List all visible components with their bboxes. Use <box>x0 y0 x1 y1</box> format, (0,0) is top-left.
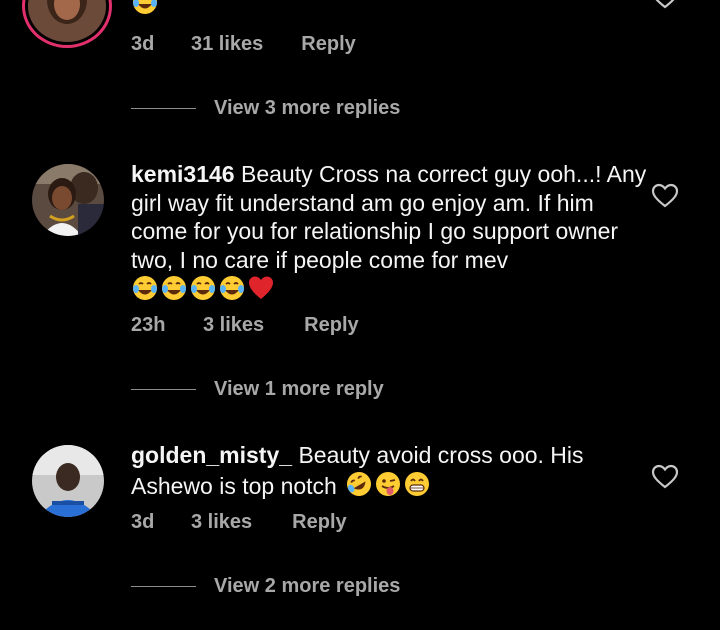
view-replies-link[interactable]: View 3 more replies <box>131 95 400 121</box>
comment-likes[interactable]: 31 likes <box>191 33 263 56</box>
rolling-on-floor-laughing-icon <box>345 470 373 498</box>
comment-time: 3d <box>131 510 155 533</box>
avatar[interactable] <box>28 0 106 42</box>
comment-username[interactable]: kemi3146 <box>131 161 235 187</box>
winking-face-with-tongue-icon <box>374 470 402 498</box>
comment-text: golden_misty_ Beauty avoid cross ooo. Hi… <box>131 441 651 500</box>
comment-meta: 3d 31 likes Reply <box>131 31 356 57</box>
face-with-tears-of-joy-icon <box>218 274 246 302</box>
face-with-tears-of-joy-icon <box>131 274 159 302</box>
comment-likes[interactable]: 3 likes <box>191 511 252 534</box>
like-heart-icon[interactable] <box>651 0 679 10</box>
thread-line <box>131 388 196 390</box>
comment-meta: 23h 3 likes Reply <box>131 312 359 338</box>
face-with-tears-of-joy-icon <box>189 274 217 302</box>
face-with-tears-of-joy-icon <box>160 274 188 302</box>
comment-likes[interactable]: 3 likes <box>203 314 264 337</box>
view-replies-label: View 3 more replies <box>214 96 401 119</box>
view-replies-link[interactable]: View 2 more replies <box>131 573 400 599</box>
avatar[interactable] <box>32 164 104 236</box>
grinning-face-with-smiling-eyes-icon <box>403 470 431 498</box>
reply-button[interactable]: Reply <box>301 33 355 56</box>
view-replies-link[interactable]: View 1 more reply <box>131 376 384 402</box>
view-replies-label: View 2 more replies <box>214 574 401 597</box>
view-replies-label: View 1 more reply <box>214 377 384 400</box>
thread-line <box>131 585 196 587</box>
face-with-tears-of-joy-icon <box>131 0 159 16</box>
reply-button[interactable]: Reply <box>292 511 346 534</box>
thread-line <box>131 107 196 109</box>
emoji-row <box>345 470 431 498</box>
comment-username[interactable]: golden_misty_ <box>131 442 292 468</box>
red-heart-icon <box>247 274 275 302</box>
avatar[interactable] <box>32 445 104 517</box>
comment-time: 3d <box>131 32 155 55</box>
comment-meta: 3d 3 likes Reply <box>131 509 347 535</box>
like-heart-icon[interactable] <box>651 464 679 490</box>
reply-button[interactable]: Reply <box>304 314 358 337</box>
emoji-row <box>131 274 275 302</box>
comment-text: kemi3146 Beauty Cross na correct guy ooh… <box>131 160 651 305</box>
comment-time: 23h <box>131 313 166 336</box>
like-heart-icon[interactable] <box>651 183 679 209</box>
